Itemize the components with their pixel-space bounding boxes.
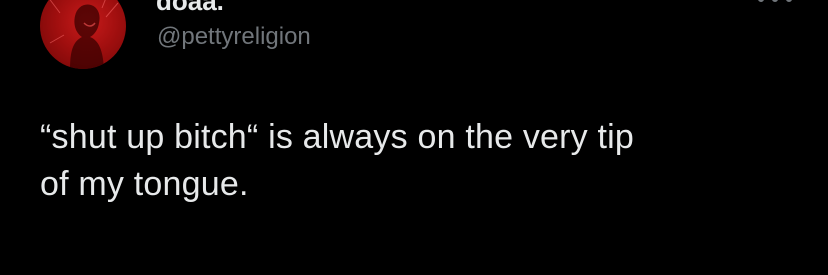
more-dot [786, 0, 792, 2]
author-handle[interactable]: @pettyreligion [157, 22, 311, 52]
tweet-text-line-2: of my tongue. [40, 165, 249, 203]
tweet-text: “shut up bitch“ is always on the very ti… [40, 114, 800, 208]
more-dot [758, 0, 764, 2]
avatar-icon[interactable] [40, 0, 126, 69]
author-display-name[interactable]: doaa. [156, 0, 224, 16]
more-options-icon[interactable] [758, 0, 792, 6]
tweet-card[interactable]: doaa. @pettyreligion “shut up bitch“ is … [0, 0, 828, 275]
more-dot [772, 0, 778, 2]
tweet-text-line-1: “shut up bitch“ is always on the very ti… [40, 118, 635, 156]
